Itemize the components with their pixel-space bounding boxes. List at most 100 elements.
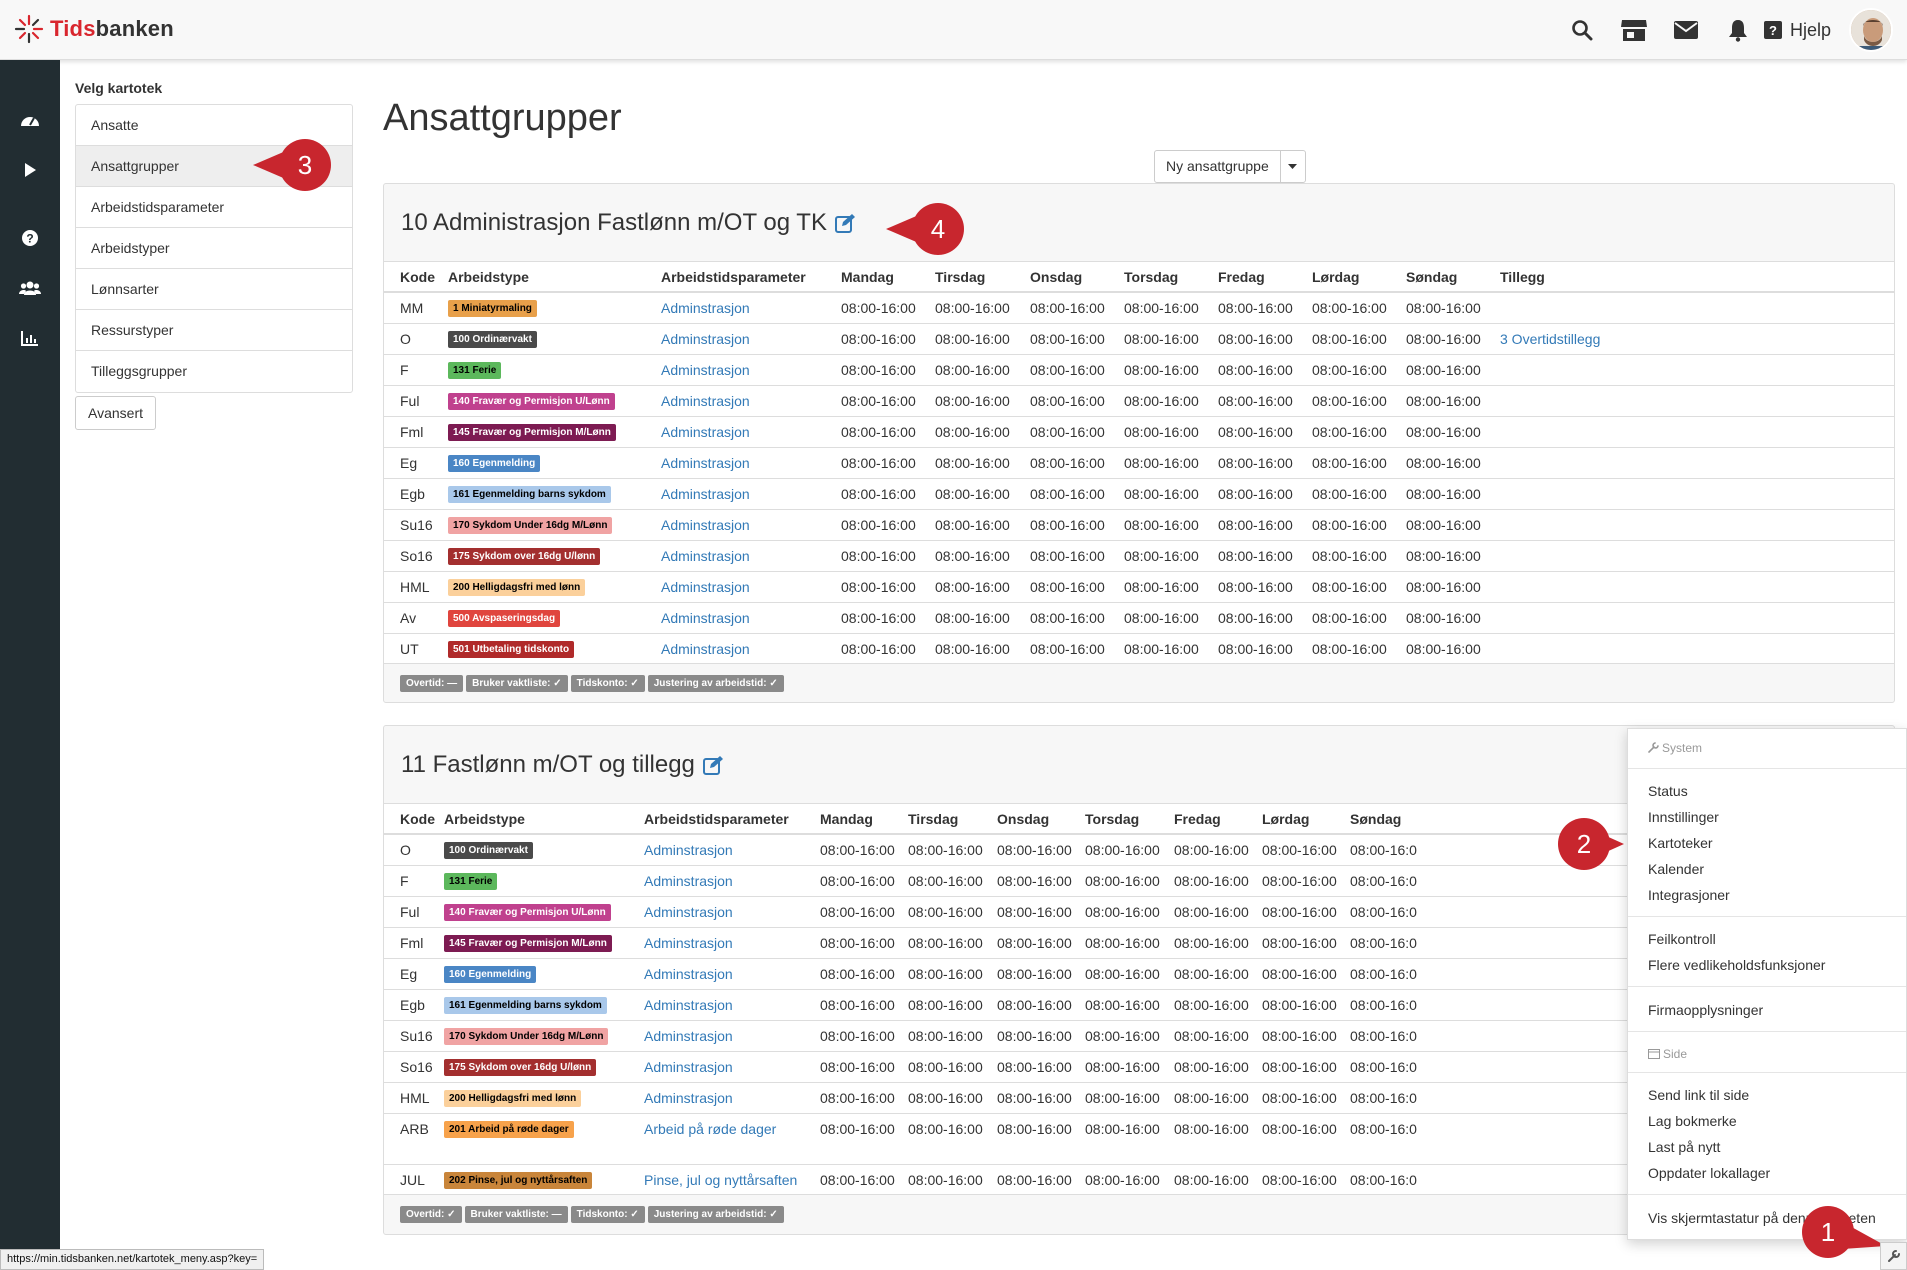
- kartotek-item[interactable]: Arbeidstidsparameter: [76, 187, 352, 228]
- arbeidstidsparameter-link[interactable]: Pinse, jul og nyttårsaften: [644, 1172, 797, 1188]
- arbeidstidsparameter-link[interactable]: Adminstrasjon: [661, 641, 750, 657]
- page-icon: [1648, 1049, 1660, 1059]
- arbeidstidsparameter-link[interactable]: Adminstrasjon: [661, 424, 750, 440]
- menu-item[interactable]: Oppdater lokallager: [1648, 1165, 1770, 1181]
- time-cell: 08:00-16:00: [908, 904, 983, 920]
- time-cell: 08:00-16:0: [1350, 935, 1417, 951]
- table-row: Ful 140 Fravær og Permisjon U/Lønn Adminst…: [384, 386, 1894, 417]
- kode-cell: Ful: [400, 393, 420, 409]
- menu-item[interactable]: Integrasjoner: [1648, 887, 1730, 903]
- arbeidstidsparameter-link[interactable]: Adminstrasjon: [661, 579, 750, 595]
- arbeidstidsparameter-link[interactable]: Adminstrasjon: [661, 362, 750, 378]
- time-cell: 08:00-16:00: [1262, 873, 1337, 889]
- callout-1: 1: [1802, 1206, 1886, 1258]
- table-row: Egb 161 Egenmelding barns sykdom Adminstra…: [384, 479, 1894, 510]
- time-cell: 08:00-16:00: [1030, 548, 1105, 564]
- kode-cell: Fml: [400, 424, 424, 440]
- arbeidstidsparameter-link[interactable]: Adminstrasjon: [661, 331, 750, 347]
- column-header: Torsdag: [1085, 811, 1140, 827]
- arbeidstidsparameter-link[interactable]: Adminstrasjon: [661, 548, 750, 564]
- arbeidstidsparameter-link[interactable]: Adminstrasjon: [661, 486, 750, 502]
- bell-icon[interactable]: [1712, 0, 1764, 60]
- arbeidstidsparameter-link[interactable]: Adminstrasjon: [644, 1090, 733, 1106]
- arbeidstidsparameter-link[interactable]: Adminstrasjon: [644, 842, 733, 858]
- kartotek-item[interactable]: Lønnsarter: [76, 269, 352, 310]
- arbeidstidsparameter-link[interactable]: Adminstrasjon: [644, 1028, 733, 1044]
- menu-item[interactable]: Firmaopplysninger: [1648, 1002, 1763, 1018]
- edit-icon[interactable]: [834, 213, 857, 233]
- time-cell: 08:00-16:00: [1030, 362, 1105, 378]
- time-cell: 08:00-16:00: [997, 873, 1072, 889]
- time-cell: 08:00-16:00: [908, 997, 983, 1013]
- kartotek-item[interactable]: Arbeidstyper: [76, 228, 352, 269]
- menu-item[interactable]: Send link til side: [1648, 1087, 1749, 1103]
- new-group-dropdown-toggle[interactable]: [1281, 151, 1305, 182]
- arbeidstidsparameter-link[interactable]: Adminstrasjon: [661, 393, 750, 409]
- column-header: Kode: [400, 811, 435, 827]
- tidsbanken-logo[interactable]: Tidsbanken: [14, 14, 174, 44]
- column-header: Fredag: [1174, 811, 1221, 827]
- new-group-button[interactable]: Ny ansattgruppe: [1155, 151, 1281, 182]
- help-circle-icon[interactable]: ?: [0, 218, 60, 258]
- group-title: 11 Fastlønn m/OT og tillegg: [401, 751, 695, 778]
- menu-item[interactable]: Innstillinger: [1648, 809, 1719, 825]
- time-cell: 08:00-16:00: [1124, 393, 1199, 409]
- time-cell: 08:00-16:00: [841, 300, 916, 316]
- time-cell: 08:00-16:00: [1262, 997, 1337, 1013]
- arbeidstidsparameter-link[interactable]: Adminstrasjon: [661, 517, 750, 533]
- arbeidstidsparameter-link[interactable]: Adminstrasjon: [661, 610, 750, 626]
- menu-item[interactable]: Feilkontroll: [1648, 931, 1716, 947]
- kartotek-item[interactable]: Tilleggsgrupper: [76, 351, 352, 392]
- time-cell: 08:00-16:00: [1174, 997, 1249, 1013]
- edit-icon[interactable]: [702, 755, 725, 775]
- arbeidstidsparameter-link[interactable]: Adminstrasjon: [644, 904, 733, 920]
- time-cell: 08:00-16:00: [1174, 1059, 1249, 1075]
- menu-item[interactable]: Last på nytt: [1648, 1139, 1720, 1155]
- arbeidstidsparameter-link[interactable]: Adminstrasjon: [644, 997, 733, 1013]
- advanced-button[interactable]: Avansert: [75, 396, 156, 430]
- arbeidstidsparameter-link[interactable]: Adminstrasjon: [661, 455, 750, 471]
- menu-divider: [1628, 1194, 1906, 1195]
- time-cell: 08:00-16:00: [1312, 610, 1387, 626]
- time-cell: 08:00-16:00: [908, 1059, 983, 1075]
- column-header: Tirsdag: [908, 811, 959, 827]
- arbeidstidsparameter-link[interactable]: Adminstrasjon: [644, 966, 733, 982]
- time-cell: 08:00-16:00: [1218, 517, 1293, 533]
- arbeidstidsparameter-link[interactable]: Adminstrasjon: [644, 935, 733, 951]
- menu-item[interactable]: Kalender: [1648, 861, 1704, 877]
- menu-item[interactable]: Lag bokmerke: [1648, 1113, 1737, 1129]
- time-cell: 08:00-16:00: [1406, 393, 1481, 409]
- arbeidstype-badge: 160 Egenmelding: [448, 455, 541, 472]
- arbeidstidsparameter-link[interactable]: Arbeid på røde dager: [644, 1121, 776, 1137]
- arbeidstype-badge: 145 Fravær og Permisjon M/Lønn: [448, 424, 616, 441]
- kode-cell: HML: [400, 579, 430, 595]
- chart-icon[interactable]: [0, 318, 60, 358]
- time-cell: 08:00-16:00: [1030, 641, 1105, 657]
- kartotek-item[interactable]: Ressurstyper: [76, 310, 352, 351]
- dashboard-icon[interactable]: [0, 100, 60, 140]
- mail-icon[interactable]: [1660, 0, 1712, 60]
- search-icon[interactable]: [1556, 0, 1608, 60]
- arbeidstidsparameter-link[interactable]: Adminstrasjon: [644, 873, 733, 889]
- menu-item[interactable]: Flere vedlikeholdsfunksjoner: [1648, 957, 1825, 973]
- help-link[interactable]: ? Hjelp: [1763, 20, 1831, 41]
- store-icon[interactable]: [1608, 0, 1660, 60]
- menu-item[interactable]: Kartoteker: [1648, 835, 1713, 851]
- time-cell: 08:00-16:00: [1124, 517, 1199, 533]
- column-header: Tillegg: [1500, 269, 1545, 285]
- arbeidstidsparameter-link[interactable]: Adminstrasjon: [644, 1059, 733, 1075]
- time-cell: 08:00-16:00: [1124, 300, 1199, 316]
- play-icon[interactable]: [0, 150, 60, 190]
- time-cell: 08:00-16:00: [997, 842, 1072, 858]
- wrench-menu-button[interactable]: [1880, 1242, 1907, 1270]
- users-icon[interactable]: [0, 268, 60, 308]
- time-cell: 08:00-16:00: [935, 455, 1010, 471]
- menu-item[interactable]: Status: [1648, 783, 1688, 799]
- avatar[interactable]: [1849, 8, 1893, 52]
- time-cell: 08:00-16:0: [1350, 1028, 1417, 1044]
- column-header: Lørdag: [1262, 811, 1310, 827]
- arbeidstidsparameter-link[interactable]: Adminstrasjon: [661, 300, 750, 316]
- tillegg-link[interactable]: 3 Overtidstillegg: [1500, 331, 1600, 347]
- column-header: Mandag: [841, 269, 894, 285]
- time-cell: 08:00-16:00: [1030, 517, 1105, 533]
